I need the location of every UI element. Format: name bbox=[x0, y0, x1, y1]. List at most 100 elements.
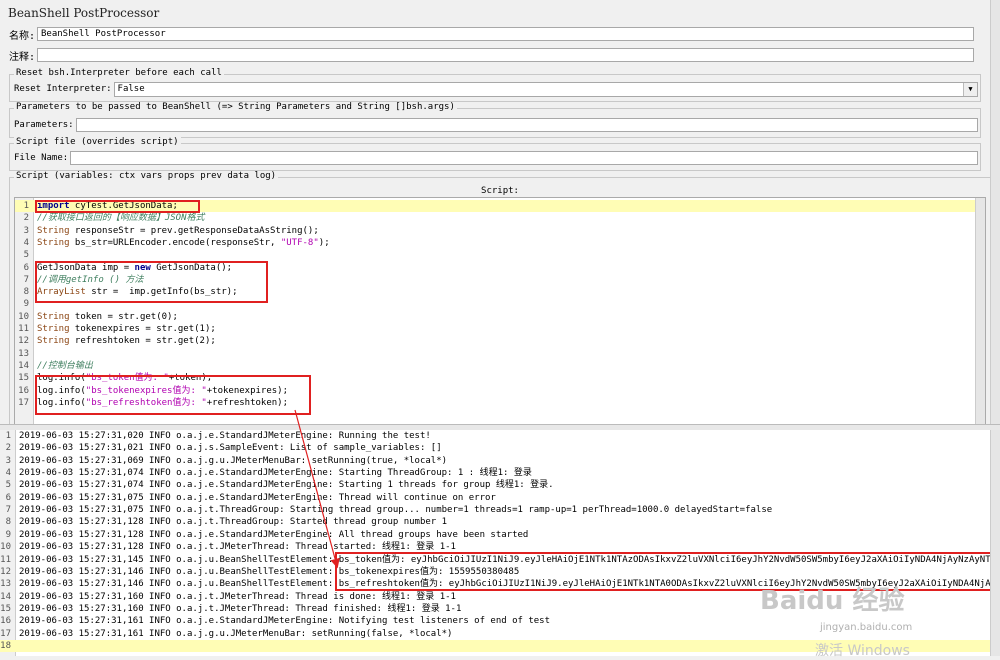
log-text: 2019-06-03 15:27:31,020 INFO o.a.j.e.Sta… bbox=[19, 431, 431, 441]
log-text: 2019-06-03 15:27:31,128 INFO o.a.j.e.Sta… bbox=[19, 529, 529, 540]
log-line: 8 2019-06-03 15:27:31,128 INFO o.a.j.t.Th… bbox=[0, 516, 1000, 528]
log-text: 2019-06-03 15:27:31,069 INFO o.a.j.g.u.J… bbox=[19, 455, 448, 466]
code-token: ); bbox=[318, 237, 330, 248]
script-line: 3 String responseStr = prev.getResponseDa… bbox=[15, 225, 985, 237]
log-text: 2019-06-03 15:27:31,161 INFO o.a.j.g.u.J… bbox=[19, 628, 453, 639]
line-number: 13 bbox=[18, 348, 29, 359]
line-number: 3 bbox=[23, 225, 29, 236]
log-text: 2019-06-03 15:27:31,075 INFO o.a.j.t.Thr… bbox=[19, 505, 773, 516]
line-number: 3 bbox=[5, 455, 11, 466]
script-line: 4 String bs_str=URLEncoder.encode(respons… bbox=[15, 237, 985, 249]
script-editor[interactable]: 1 import cyTest.GetJsonData; 2//获取接口返回的【响应… bbox=[14, 197, 986, 425]
params-group: Parameters to be passed to BeanShell (=>… bbox=[9, 102, 981, 138]
line-number: 6 bbox=[5, 492, 11, 503]
name-row: 名称: BeanShell PostProcessor bbox=[9, 26, 974, 42]
panel-title: BeanShell PostProcessor bbox=[8, 6, 160, 20]
code-token: //获取接口返回的【响应数据】JSON格式 bbox=[37, 213, 205, 224]
code-token: bs_str=URLEncoder.encode(responseStr, bbox=[69, 237, 281, 248]
log-text: 2019-06-03 15:27:31,128 INFO o.a.j.t.Thr… bbox=[19, 517, 448, 528]
script-header: Script: bbox=[481, 186, 519, 196]
script-group-legend: Script (variables: ctx vars props prev d… bbox=[14, 171, 279, 181]
code-token: String bbox=[37, 311, 70, 322]
log-text: 2019-06-03 15:27:31,128 INFO o.a.j.t.JMe… bbox=[19, 542, 456, 553]
script-line: 14 //控制台输出 bbox=[15, 360, 985, 372]
highlight-box-import bbox=[35, 200, 200, 213]
line-number: 15 bbox=[0, 603, 11, 614]
log-line: 4 2019-06-03 15:27:31,074 INFO o.a.j.e.St… bbox=[0, 467, 1000, 479]
log-line: 9 2019-06-03 15:27:31,128 INFO o.a.j.e.St… bbox=[0, 529, 1000, 541]
script-line: 13 bbox=[15, 348, 985, 360]
params-label: Parameters: bbox=[14, 120, 74, 130]
line-number: 12 bbox=[18, 336, 29, 347]
log-line: 5 2019-06-03 15:27:31,074 INFO o.a.j.e.St… bbox=[0, 479, 1000, 491]
script-line: 10 String token = str.get(0); bbox=[15, 311, 985, 323]
line-number: 12 bbox=[0, 566, 11, 577]
log-line: 1 2019-06-03 15:27:31,020 INFO o.a.j.e.St… bbox=[0, 430, 1000, 442]
panel-scrollbar[interactable] bbox=[990, 0, 1000, 425]
line-number: 14 bbox=[0, 591, 11, 602]
reset-group: Reset bsh.Interpreter before each call R… bbox=[9, 68, 981, 102]
file-label: File Name: bbox=[14, 153, 69, 163]
file-input[interactable] bbox=[70, 151, 978, 165]
code-token: refreshtoken = str.get(2); bbox=[69, 336, 216, 347]
code-token: tokenexpires = str.get(1); bbox=[69, 324, 216, 334]
line-number: 8 bbox=[23, 287, 29, 298]
log-line: 3 2019-06-03 15:27:31,069 INFO o.a.j.g.u.… bbox=[0, 455, 1000, 467]
line-number: 6 bbox=[23, 262, 29, 273]
line-number: 10 bbox=[18, 311, 29, 322]
name-label: 名称: bbox=[9, 30, 36, 42]
log-line: 2 2019-06-03 15:27:31,021 INFO o.a.j.s.Sa… bbox=[0, 442, 1000, 454]
line-number: 9 bbox=[5, 529, 11, 540]
line-number: 1 bbox=[5, 431, 11, 441]
line-number: 1 bbox=[23, 201, 29, 211]
reset-row: Reset Interpreter: False ▼ bbox=[14, 81, 978, 97]
line-number: 11 bbox=[0, 554, 11, 565]
params-input[interactable] bbox=[75, 118, 978, 132]
line-number: 4 bbox=[5, 468, 11, 479]
script-line: 11 String tokenexpires = str.get(1); bbox=[15, 323, 985, 335]
line-number: 7 bbox=[23, 274, 29, 285]
comment-input[interactable] bbox=[37, 48, 974, 62]
params-group-legend: Parameters to be passed to BeanShell (=>… bbox=[14, 102, 457, 112]
line-number: 11 bbox=[18, 324, 29, 334]
line-number: 18 bbox=[0, 640, 11, 651]
highlight-box-getinfo bbox=[35, 261, 268, 303]
log-text: 2019-06-03 15:27:31,160 INFO o.a.j.t.JMe… bbox=[19, 591, 456, 602]
line-number: 15 bbox=[18, 373, 29, 384]
reset-interpreter-value: False bbox=[117, 84, 145, 94]
log-text: 2019-06-03 15:27:31,074 INFO o.a.j.e.Sta… bbox=[19, 480, 554, 491]
line-number: 4 bbox=[23, 237, 29, 248]
line-number: 16 bbox=[18, 385, 29, 396]
reset-group-legend: Reset bsh.Interpreter before each call bbox=[14, 68, 224, 78]
script-line: 12 String refreshtoken = str.get(2); bbox=[15, 335, 985, 347]
line-number: 17 bbox=[0, 628, 11, 639]
file-row: File Name: bbox=[14, 150, 978, 166]
code-token: String bbox=[37, 324, 70, 334]
line-number: 2 bbox=[23, 213, 29, 224]
line-number: 2 bbox=[5, 443, 11, 454]
log-scrollbar[interactable] bbox=[990, 430, 1000, 656]
name-input[interactable]: BeanShell PostProcessor bbox=[37, 27, 974, 41]
code-token: token = str.get(0); bbox=[69, 311, 178, 322]
file-group: Script file (overrides script) File Name… bbox=[9, 137, 981, 171]
log-line: 6 2019-06-03 15:27:31,075 INFO o.a.j.e.St… bbox=[0, 492, 1000, 504]
site-watermark: jingyan.baidu.com bbox=[820, 622, 913, 633]
script-line: 2 //获取接口返回的【响应数据】JSON格式 bbox=[15, 212, 985, 224]
line-number: 9 bbox=[23, 299, 29, 310]
chevron-down-icon[interactable]: ▼ bbox=[963, 82, 977, 96]
line-number: 8 bbox=[5, 517, 11, 528]
line-number: 5 bbox=[23, 250, 29, 261]
log-text: 2019-06-03 15:27:31,021 INFO o.a.j.s.Sam… bbox=[19, 443, 442, 454]
reset-interpreter-select[interactable]: False ▼ bbox=[113, 81, 978, 97]
editor-scrollbar[interactable] bbox=[975, 198, 985, 424]
log-text: 2019-06-03 15:27:31,161 INFO o.a.j.e.Sta… bbox=[19, 616, 551, 627]
line-number: 5 bbox=[5, 480, 11, 491]
params-row: Parameters: bbox=[14, 117, 978, 133]
file-group-legend: Script file (overrides script) bbox=[14, 137, 181, 147]
code-token: String bbox=[37, 336, 70, 347]
line-number: 7 bbox=[5, 505, 11, 516]
script-line: 5 bbox=[15, 249, 985, 261]
log-text: 2019-06-03 15:27:31,074 INFO o.a.j.e.Sta… bbox=[19, 468, 532, 479]
log-text: 2019-06-03 15:27:31,160 INFO o.a.j.t.JMe… bbox=[19, 603, 462, 614]
line-number: 13 bbox=[0, 579, 11, 590]
